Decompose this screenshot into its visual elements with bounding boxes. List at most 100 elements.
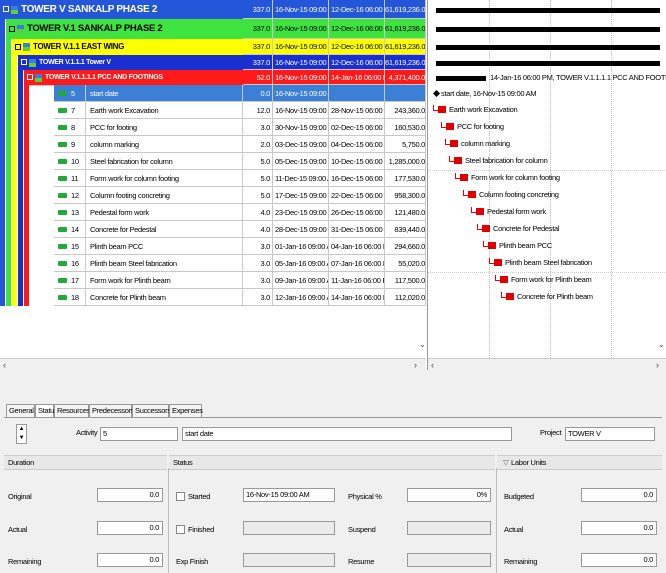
activity-row[interactable]: 11 Form work for column footing 5.0 11-Dec-… xyxy=(0,170,426,187)
wbs-level-bar xyxy=(18,102,23,119)
exp-finish-field[interactable] xyxy=(243,553,335,567)
suspend-label: Suspend xyxy=(348,525,376,534)
wbs-row[interactable]: TOWER V.1.1.1 Tower V 337.0 16-Nov-15 09:0… xyxy=(0,55,426,71)
activity-bar[interactable] xyxy=(450,140,458,147)
tab-resources[interactable]: Resources xyxy=(54,404,90,417)
activity-name-cell: Steel fabrication for column xyxy=(86,153,243,170)
duration-cell: 5.0 xyxy=(243,187,273,204)
activity-name-field[interactable]: start date xyxy=(182,427,512,441)
scroll-left-icon[interactable]: ‹ xyxy=(431,359,434,370)
original-duration-field[interactable]: 0.0 xyxy=(97,488,163,502)
wbs-row[interactable]: TOWER V SANKALP PHASE 2 337.0 16-Nov-15 09… xyxy=(0,0,426,20)
activity-bar[interactable] xyxy=(476,208,484,215)
activity-bar[interactable] xyxy=(468,191,476,198)
activity-row[interactable]: 13 Pedestal form work4.023-Dec-15 09:00 A… xyxy=(0,204,426,221)
actual-duration-field[interactable]: 0.0 xyxy=(97,521,163,535)
activity-id: 15 xyxy=(71,242,79,251)
tab-predecessors[interactable]: Predecessors xyxy=(89,404,135,417)
activity-row[interactable]: 18 Concrete for Plinth beam 3.0 12-Jan-16 0… xyxy=(0,289,426,306)
activity-row[interactable]: 12 Column footing concreting 5.0 17-Dec-15 … xyxy=(0,187,426,204)
activity-row[interactable]: 15 Plinth beam PCC3.001-Jan-16 09:00 AM04… xyxy=(0,238,426,255)
wbs-level-bar xyxy=(12,170,17,187)
activity-bar[interactable] xyxy=(506,293,514,300)
wbs-row[interactable]: TOWER V.1.1.1.1 PCC AND FOOTINGS 52.0 16-N… xyxy=(0,70,426,86)
budgeted-field[interactable]: 0.0 xyxy=(581,488,657,502)
labor-units-section[interactable]: ▽ Labor Units xyxy=(497,455,662,470)
wbs-row[interactable]: TOWER V.1 SANKALP PHASE 2 337.0 16-Nov-15 … xyxy=(0,19,426,40)
spin-up-icon[interactable]: ▲ xyxy=(17,425,26,434)
remaining-duration-field[interactable]: 0.0 xyxy=(97,553,163,567)
physical-percent-field[interactable]: 0% xyxy=(407,488,491,502)
activity-bar[interactable] xyxy=(446,123,454,130)
activity-row[interactable]: 14 Concrete for Pedestal 4.0 28-Dec-15 09:0… xyxy=(0,221,426,238)
wbs-level-bar xyxy=(18,255,23,272)
activity-spinner[interactable]: ▲ ▼ xyxy=(16,424,27,444)
activity-row[interactable]: 17 Form work for Plinth beam 3.0 09-Jan-16 … xyxy=(0,272,426,289)
start-cell: 23-Dec-15 09:00 AM xyxy=(273,204,329,221)
suspend-date-field[interactable] xyxy=(407,521,491,535)
tab-expenses[interactable]: Expenses xyxy=(169,404,203,417)
activity-bar[interactable] xyxy=(494,259,502,266)
wbs-summary-bar[interactable] xyxy=(436,27,660,32)
scroll-right-icon[interactable]: › xyxy=(414,359,417,370)
horizontal-scrollbar[interactable]: ‹ › xyxy=(0,358,426,370)
collapse-icon[interactable]: ▽ xyxy=(503,458,509,467)
wbs-bar-label: 14-Jan-16 06:00 PM, TOWER V.1.1.1.1 PCC … xyxy=(490,73,666,82)
activity-bar[interactable] xyxy=(438,106,446,113)
expand-wbs-icon[interactable] xyxy=(9,25,15,32)
activity-row[interactable]: 16 Plinth beam Steel fabrication 3.0 05-Jan… xyxy=(0,255,426,272)
resume-date-field[interactable] xyxy=(407,553,491,567)
wbs-row[interactable]: TOWER V.1.1 EAST WING 337.0 16-Nov-15 09:0… xyxy=(0,39,426,56)
project-field[interactable]: TOWER V xyxy=(565,427,655,441)
expand-wbs-icon[interactable] xyxy=(27,74,33,80)
cost-cell: 177,530.0 xyxy=(385,170,426,187)
activity-row[interactable]: 8 PCC for footing3.030-Nov-15 09:00 AM02-… xyxy=(0,119,426,136)
labor-actual-field[interactable]: 0.0 xyxy=(581,521,657,535)
started-checkbox[interactable] xyxy=(176,492,185,501)
resume-label: Resume xyxy=(348,557,375,566)
activity-row[interactable]: 9 column marking2.003-Dec-15 09:00 AM04-D… xyxy=(0,136,426,153)
activity-id-field[interactable]: 5 xyxy=(100,427,178,441)
cost-cell: 294,660.0 xyxy=(385,238,426,255)
finished-date-field[interactable] xyxy=(243,521,335,535)
scroll-left-icon[interactable]: ‹ xyxy=(3,359,6,370)
wbs-summary-bar[interactable] xyxy=(436,60,660,66)
milestone-marker[interactable] xyxy=(432,89,441,98)
cost-cell: 243,360.0 xyxy=(385,102,426,119)
started-date-field[interactable]: 16-Nov-15 09:00 AM xyxy=(243,488,335,502)
activity-row[interactable]: 10 Steel fabrication for column 5.0 05-Dec-… xyxy=(0,153,426,170)
activity-bar[interactable] xyxy=(454,157,462,164)
expand-wbs-icon[interactable] xyxy=(15,43,21,50)
activity-bar[interactable] xyxy=(500,276,508,283)
activity-bar-label: Concrete for Plinth beam xyxy=(517,292,593,301)
activity-bar[interactable] xyxy=(488,242,496,249)
labor-remaining-field[interactable]: 0.0 xyxy=(581,553,657,567)
activity-name-cell: column marking xyxy=(86,136,243,153)
expand-wbs-icon[interactable] xyxy=(21,59,27,65)
wbs-summary-bar[interactable] xyxy=(436,45,660,50)
activity-bar[interactable] xyxy=(482,225,490,232)
spin-down-icon[interactable]: ▼ xyxy=(17,434,26,443)
gantt-scroll-down-icon[interactable]: ⌄ xyxy=(658,340,665,349)
expand-wbs-icon[interactable] xyxy=(3,6,9,12)
wbs-summary-bar[interactable] xyxy=(436,7,660,13)
activity-bar[interactable] xyxy=(460,174,468,181)
wbs-level-bar xyxy=(18,187,23,204)
activity-row[interactable]: 7 Earth work Excavation 12.0 16-Nov-15 09:0… xyxy=(0,102,426,119)
tab-status[interactable]: Status xyxy=(35,404,58,417)
tab-successors[interactable]: Successors xyxy=(132,404,171,417)
wbs-level-bar xyxy=(18,119,23,136)
scroll-right-icon[interactable]: › xyxy=(656,359,659,370)
cost-cell: 55,020.0 xyxy=(385,255,426,272)
wbs-summary-bar[interactable] xyxy=(436,75,486,81)
wbs-level-bar xyxy=(24,153,29,170)
tab-general[interactable]: General xyxy=(6,404,35,417)
duration-cell: 0.0 xyxy=(243,85,273,102)
activity-row[interactable]: 5 start date0.016-Nov-15 09:00 AM xyxy=(0,85,426,102)
status-section: Status xyxy=(169,455,495,470)
activity-name-cell: Earth work Excavation xyxy=(86,102,243,119)
finished-checkbox[interactable] xyxy=(176,525,185,534)
divider xyxy=(496,468,497,573)
gantt-horizontal-scrollbar[interactable]: ‹ › xyxy=(428,358,666,370)
scroll-down-icon[interactable]: ⌄ xyxy=(419,340,426,349)
